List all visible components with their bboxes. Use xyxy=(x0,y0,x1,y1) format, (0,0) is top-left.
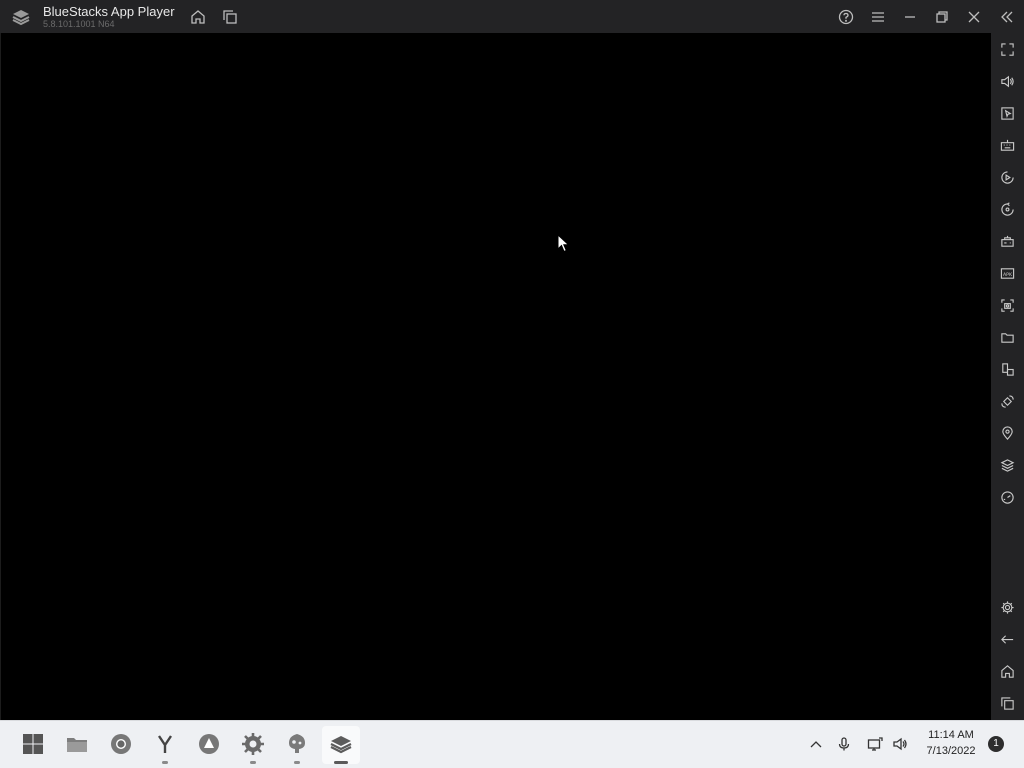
home-icon[interactable] xyxy=(187,6,209,28)
bluestacks-icon[interactable] xyxy=(328,731,354,757)
menu-icon[interactable] xyxy=(867,6,889,28)
restore-icon[interactable] xyxy=(931,6,953,28)
active-indicator xyxy=(334,761,348,764)
yandex-icon[interactable] xyxy=(152,731,178,757)
sync-icon[interactable] xyxy=(997,199,1017,219)
back-icon[interactable] xyxy=(997,629,1017,649)
volume-icon[interactable] xyxy=(891,735,909,753)
android-screen[interactable] xyxy=(1,33,991,720)
help-icon[interactable] xyxy=(835,6,857,28)
multi-instance-icon[interactable] xyxy=(219,6,241,28)
pointer-icon[interactable] xyxy=(997,103,1017,123)
alice-icon[interactable] xyxy=(196,731,222,757)
gamepad-icon[interactable] xyxy=(997,231,1017,251)
rotate-icon[interactable] xyxy=(997,391,1017,411)
location-icon[interactable] xyxy=(997,423,1017,443)
bluestacks-window: BlueStacks App Player 5.8.101.1001 N64 A… xyxy=(0,0,1024,720)
performance-icon[interactable] xyxy=(997,487,1017,507)
clock-time[interactable]: 11:14 AM xyxy=(918,729,984,741)
fullscreen-icon[interactable] xyxy=(997,39,1017,59)
home-icon[interactable] xyxy=(997,661,1017,681)
right-toolbar: APK xyxy=(991,33,1024,720)
layers-icon[interactable] xyxy=(997,455,1017,475)
chrome-icon[interactable] xyxy=(108,731,134,757)
close-icon[interactable] xyxy=(963,6,985,28)
svg-text:APK: APK xyxy=(1002,271,1012,277)
apk-install-icon[interactable]: APK xyxy=(997,263,1017,283)
chevron-up-icon[interactable] xyxy=(807,735,825,753)
microphone-icon[interactable] xyxy=(835,735,853,753)
clock-date[interactable]: 7/13/2022 xyxy=(918,745,984,757)
app-version: 5.8.101.1001 N64 xyxy=(43,19,115,29)
bluestacks-logo-icon xyxy=(10,6,32,28)
title-bar[interactable]: BlueStacks App Player 5.8.101.1001 N64 xyxy=(0,0,1024,33)
multi-instance-icon[interactable] xyxy=(997,359,1017,379)
mouse-cursor-icon xyxy=(557,233,571,254)
recent-apps-icon[interactable] xyxy=(997,693,1017,713)
macro-play-icon[interactable] xyxy=(997,167,1017,187)
volume-icon[interactable] xyxy=(997,71,1017,91)
keyboard-icon[interactable] xyxy=(997,135,1017,155)
screenshot-icon[interactable] xyxy=(997,295,1017,315)
app-title: BlueStacks App Player xyxy=(43,4,175,19)
folder-icon[interactable] xyxy=(997,327,1017,347)
settings-icon[interactable] xyxy=(997,597,1017,617)
running-indicator xyxy=(162,761,168,764)
file-explorer-icon[interactable] xyxy=(64,731,90,757)
inkscape-icon[interactable] xyxy=(284,731,310,757)
settings-icon[interactable] xyxy=(240,731,266,757)
collapse-sidebar-icon[interactable] xyxy=(996,6,1018,28)
running-indicator xyxy=(294,761,300,764)
network-icon[interactable] xyxy=(866,735,884,753)
running-indicator xyxy=(250,761,256,764)
start-icon[interactable] xyxy=(20,731,46,757)
notification-badge[interactable]: 1 xyxy=(988,736,1004,752)
minimize-icon[interactable] xyxy=(899,6,921,28)
